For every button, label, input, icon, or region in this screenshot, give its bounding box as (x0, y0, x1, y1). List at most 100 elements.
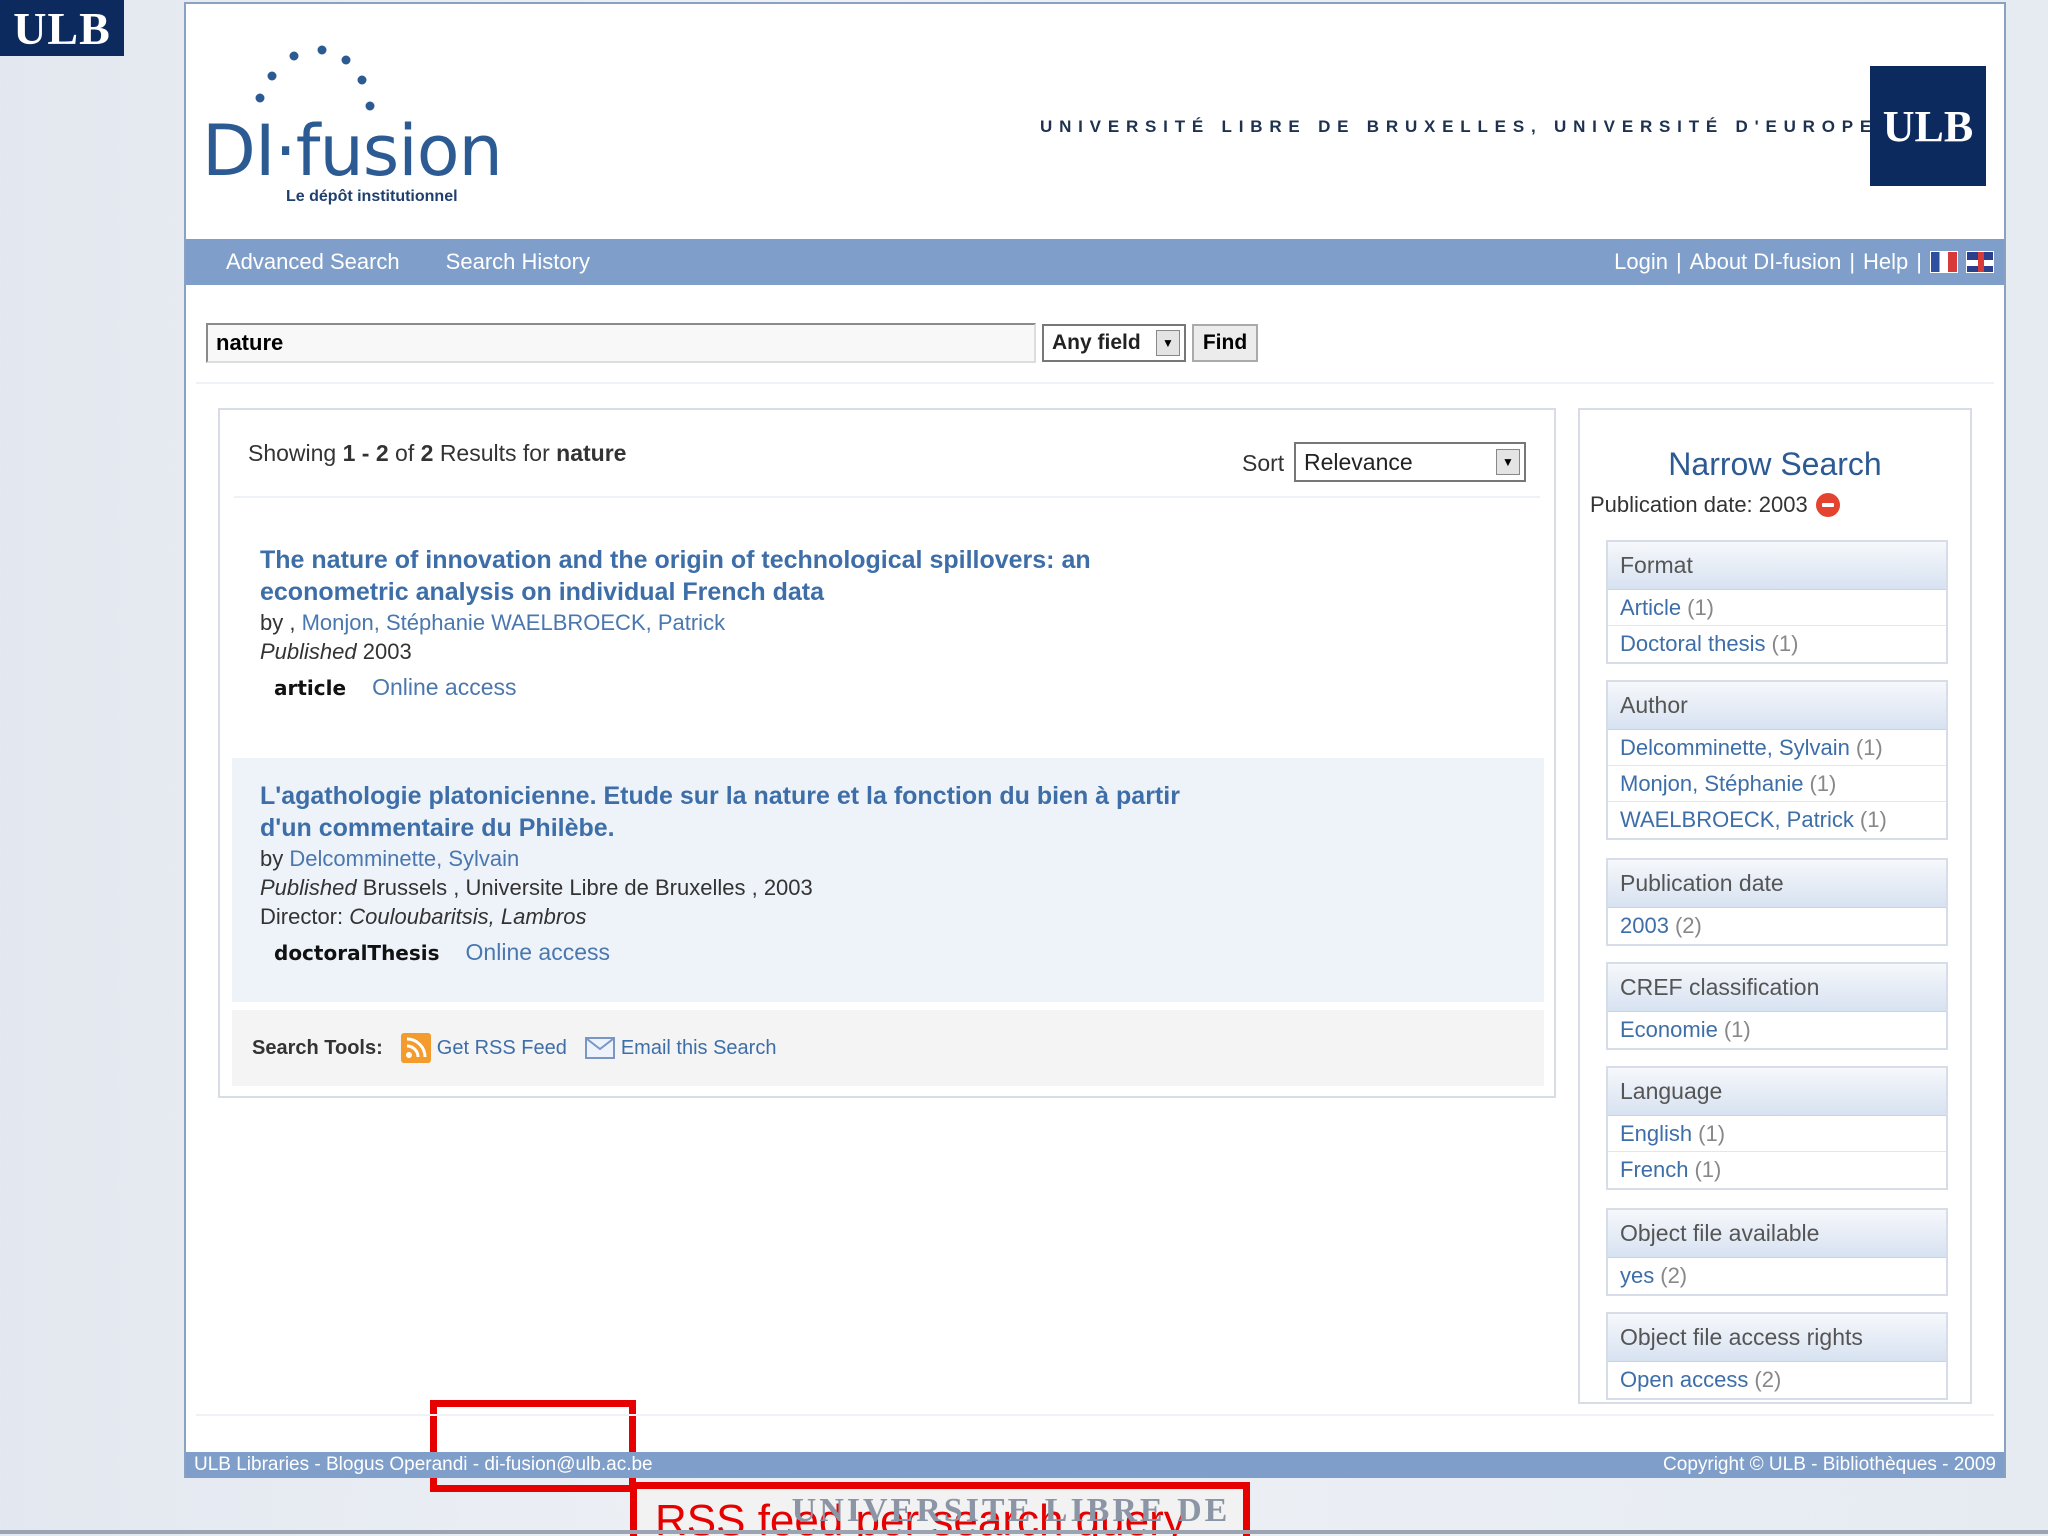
facet-item[interactable]: Monjon, Stéphanie (1) (1608, 766, 1946, 802)
search-input[interactable] (206, 323, 1036, 363)
facet-publication-date: Publication date 2003 (2) (1606, 858, 1948, 946)
chevron-down-icon[interactable]: ▼ (1156, 330, 1180, 356)
result-type: article (274, 675, 347, 700)
rss-feed-label: Get RSS Feed (436, 1036, 567, 1059)
published-label: Published (260, 875, 357, 900)
facet-object-file-available: Object file available yes (2) (1606, 1208, 1948, 1296)
result-authors: by , Monjon, Stéphanie WAELBROECK, Patri… (260, 608, 1544, 637)
facet-heading: CREF classification (1608, 964, 1946, 1012)
facet-item[interactable]: 2003 (2) (1608, 908, 1946, 944)
difusion-page: DI·fusion Le dépôt institutionnel UNIVER… (184, 2, 2006, 1536)
divider (196, 1414, 1994, 1416)
facet-item-label: Delcomminette, Sylvain (1620, 734, 1850, 760)
email-search-label: Email this Search (620, 1036, 777, 1059)
facet-item[interactable]: Article (1) (1608, 590, 1946, 626)
facet-item-count: (1) (1859, 807, 1887, 832)
facet-item[interactable]: English (1) (1608, 1116, 1946, 1152)
sort-select[interactable]: Relevance ▼ (1294, 442, 1526, 482)
facet-item-count: (1) (1771, 631, 1799, 656)
remove-filter-icon[interactable] (1815, 493, 1840, 517)
facet-item-count: (2) (1754, 1367, 1782, 1392)
facet-item-label: Monjon, Stéphanie (1620, 770, 1804, 796)
facet-item[interactable]: yes (2) (1608, 1258, 1946, 1294)
nav-advanced-search[interactable]: Advanced Search (226, 249, 400, 275)
divider (196, 382, 1994, 384)
facet-item-label: Doctoral thesis (1620, 631, 1766, 656)
nav-login[interactable]: Login (1614, 249, 1668, 275)
result-item: L'agathologie platonicienne. Etude sur l… (232, 758, 1544, 1002)
facet-item-label: 2003 (1620, 913, 1669, 938)
published-value: Brussels , Universite Libre de Bruxelles… (362, 875, 813, 900)
result-title[interactable]: The nature of innovation and the origin … (260, 544, 1180, 608)
envelope-icon (584, 1037, 615, 1059)
author-link[interactable]: Monjon, Stéphanie WAELBROECK, Patrick (302, 610, 725, 635)
results-term: nature (556, 440, 627, 466)
email-search-link[interactable]: Email this Search (584, 1036, 777, 1060)
of-label: of (395, 440, 415, 466)
published-label: Published (260, 639, 357, 664)
results-for-label: Results for (439, 440, 550, 466)
nav-bar: Advanced Search Search History Login | A… (186, 239, 2004, 285)
university-motto: UNIVERSITÉ LIBRE DE BRUXELLES, UNIVERSIT… (1040, 117, 1879, 136)
result-title[interactable]: L'agathologie platonicienne. Etude sur l… (260, 780, 1180, 844)
facet-item[interactable]: Economie (1) (1608, 1012, 1946, 1048)
facet-item[interactable]: Delcomminette, Sylvain (1) (1608, 730, 1946, 766)
active-filter: Publication date: 2003 (1590, 492, 1840, 518)
facet-item-count: (2) (1674, 913, 1702, 938)
sort-label: Sort (1242, 450, 1285, 476)
chevron-down-icon[interactable]: ▼ (1496, 449, 1520, 475)
showing-label: Showing (248, 440, 337, 466)
facet-item-count: (1) (1855, 734, 1883, 760)
results-total: 2 (420, 440, 434, 466)
facet-item-count: (1) (1687, 594, 1715, 620)
find-button[interactable]: Find (1192, 324, 1258, 362)
search-tools-label: Search Tools: (252, 1036, 383, 1059)
facet-item[interactable]: WAELBROECK, Patrick (1) (1608, 802, 1946, 838)
online-access-link[interactable]: Online access (372, 674, 516, 701)
slide-footer-line (0, 1530, 2048, 1534)
facet-item-label: French (1620, 1157, 1689, 1182)
facet-heading: Object file access rights (1608, 1314, 1946, 1362)
nav-help[interactable]: Help (1863, 249, 1908, 275)
rss-icon (400, 1033, 431, 1063)
by-label: by (260, 846, 284, 871)
facet-item-label: English (1620, 1120, 1693, 1146)
difusion-logo[interactable]: DI·fusion Le dépôt institutionnel (202, 42, 503, 212)
results-range: 1 - 2 (342, 440, 389, 466)
facet-heading: Language (1608, 1068, 1946, 1116)
facet-object-file-access-rights: Object file access rights Open access (2) (1606, 1312, 1948, 1400)
search-field-select[interactable]: Any field ▼ (1042, 324, 1186, 362)
footer-contact[interactable]: ULB Libraries - Blogus Operandi - di-fus… (194, 1454, 653, 1476)
author-link[interactable]: Delcomminette, Sylvain (289, 846, 519, 871)
english-flag-icon[interactable] (1966, 251, 1994, 273)
nav-separator: | (1916, 249, 1922, 274)
nav-separator: | (1849, 249, 1856, 274)
facet-item[interactable]: French (1) (1608, 1152, 1946, 1188)
results-panel: Showing 1 - 2 of 2 Results for nature So… (218, 408, 1556, 1536)
facet-heading: Object file available (1608, 1210, 1946, 1258)
nav-separator: | (1675, 249, 1682, 274)
brand-subtitle: Le dépôt institutionnel (286, 188, 458, 205)
facet-item-count: (1) (1723, 1017, 1751, 1042)
french-flag-icon[interactable] (1930, 251, 1958, 273)
facet-item[interactable]: Doctoral thesis (1) (1608, 626, 1946, 662)
facet-item-label: yes (1620, 1263, 1655, 1288)
facet-item-label: Article (1620, 594, 1682, 620)
result-type: doctoralThesis (274, 940, 440, 965)
facet-item[interactable]: Open access (2) (1608, 1362, 1946, 1398)
facet-language: Language English (1) French (1) (1606, 1066, 1948, 1190)
result-authors: by Delcomminette, Sylvain (260, 844, 1544, 873)
facet-heading: Format (1608, 542, 1946, 590)
results-summary: Showing 1 - 2 of 2 Results for nature (248, 440, 626, 467)
search-tools: Search Tools: Get RSS Feed Email this Se… (232, 1010, 1544, 1086)
rss-feed-link[interactable]: Get RSS Feed (400, 1033, 567, 1063)
ulb-logo[interactable]: ULB (1870, 66, 1986, 186)
nav-about[interactable]: About DI-fusion (1690, 249, 1842, 275)
online-access-link[interactable]: Online access (466, 939, 610, 966)
nav-search-history[interactable]: Search History (446, 249, 590, 275)
search-field-value: Any field (1052, 331, 1141, 354)
facet-format: Format Article (1) Doctoral thesis (1) (1606, 540, 1948, 664)
result-item: The nature of innovation and the origin … (232, 544, 1544, 754)
ulb-corner-logo: ULB (0, 0, 124, 56)
result-published: Published Brussels , Universite Libre de… (260, 873, 1544, 902)
